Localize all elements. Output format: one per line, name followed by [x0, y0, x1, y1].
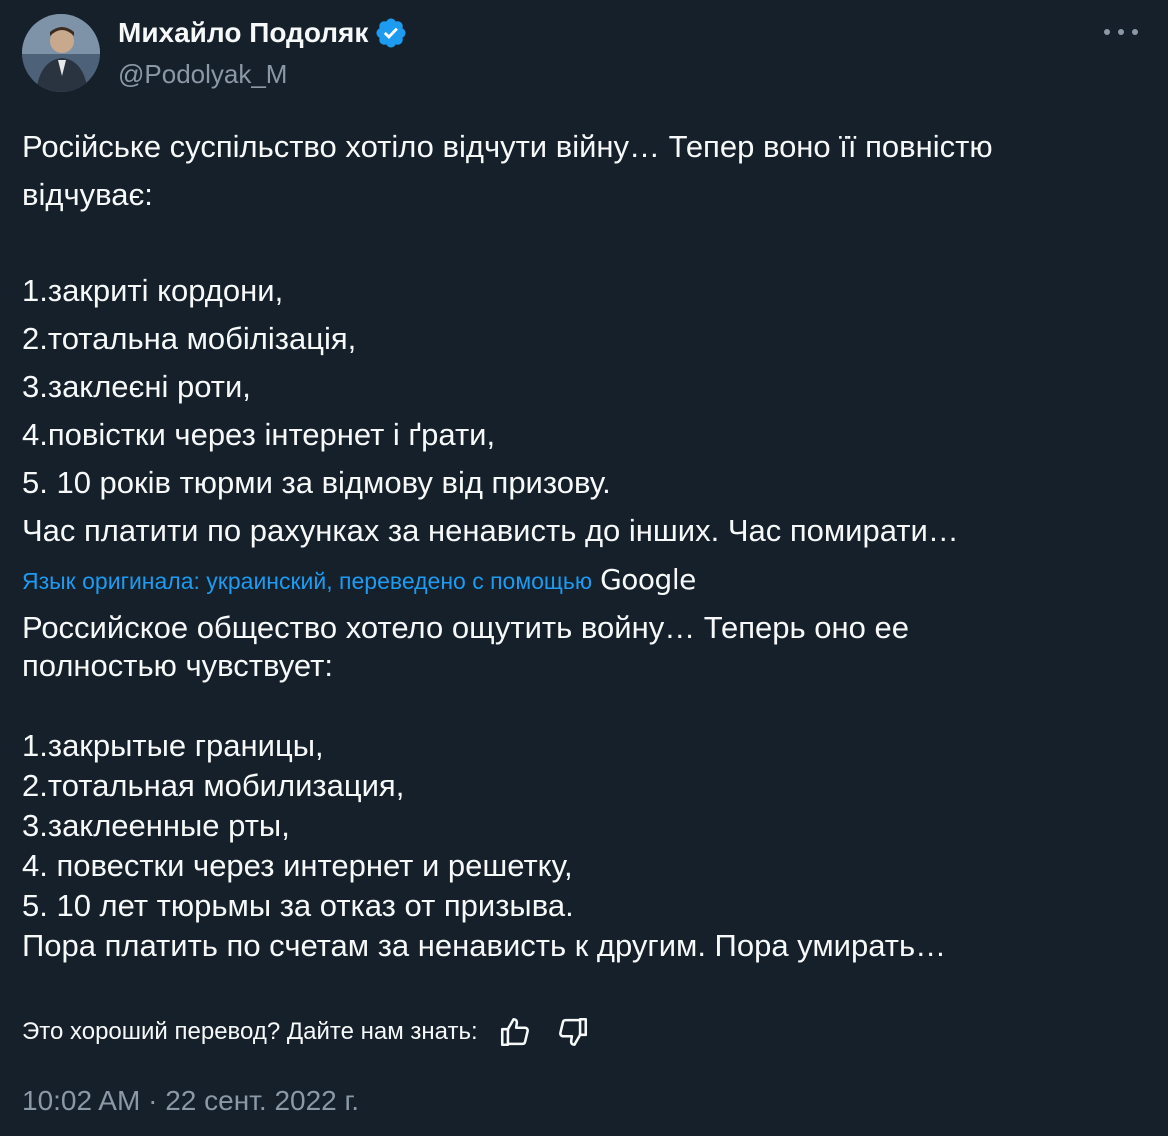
tweet-time[interactable]: 10:02 AM — [22, 1085, 140, 1116]
author-display-name[interactable]: Михайло Подоляк — [118, 17, 368, 49]
tweet-original-line: 5. 10 років тюрми за відмову від призову… — [22, 465, 611, 500]
tweet-translated-line: Пора платить по счетам за ненависть к др… — [22, 928, 947, 963]
tweet-translated-line: 5. 10 лет тюрьмы за отказ от призыва. — [22, 888, 574, 923]
tweet-translated-line: 2.тотальная мобилизация, — [22, 768, 405, 803]
tweet-original-line: Російське суспільство хотіло відчути вій… — [22, 129, 993, 164]
tweet-translated-line: 1.закрытые границы, — [22, 728, 324, 763]
thumbs-up-icon[interactable] — [498, 1015, 532, 1049]
feedback-prompt: Это хороший перевод? Дайте нам знать: — [22, 1018, 478, 1045]
tweet-translated-line: 3.заклеенные рты, — [22, 808, 290, 843]
tweet-original-line: 3.заклеєні роти, — [22, 369, 251, 404]
author-name-row[interactable]: Михайло Подоляк — [118, 16, 408, 50]
tweet-original-line: 2.тотальна мобілізація, — [22, 321, 357, 356]
thumbs-down-icon[interactable] — [556, 1015, 590, 1049]
tweet-original-line: відчуває: — [22, 177, 153, 212]
translation-note-text[interactable]: Язык оригинала: украинский, переведено с… — [22, 566, 592, 596]
tweet-original-line: 1.закриті кордони, — [22, 273, 284, 308]
timestamp-separator: · — [148, 1085, 158, 1116]
verified-badge-icon — [376, 18, 406, 48]
tweet-translated-line: 4. повестки через интернет и решетку, — [22, 848, 573, 883]
google-logo: Google — [600, 563, 696, 596]
more-options-icon[interactable] — [1104, 22, 1138, 42]
tweet-translated-line: полностью чувствует: — [22, 648, 333, 683]
translation-feedback: Это хороший перевод? Дайте нам знать: — [22, 1015, 590, 1049]
avatar[interactable] — [22, 14, 100, 92]
translation-note-link[interactable]: Язык оригинала: украинский, переведено с… — [22, 565, 696, 596]
tweet-timestamp[interactable]: 10:02 AM · 22 сент. 2022 г. — [22, 1084, 359, 1118]
tweet-original-line: Час платити по рахунках за ненависть до … — [22, 513, 959, 548]
tweet-date[interactable]: 22 сент. 2022 г. — [165, 1085, 359, 1116]
tweet-translated-line: Российское общество хотело ощутить войну… — [22, 610, 909, 645]
avatar-photo — [22, 14, 100, 92]
author-handle[interactable]: @Podolyak_M — [118, 59, 287, 90]
tweet-original-line: 4.повістки через інтернет і ґрати, — [22, 417, 496, 452]
